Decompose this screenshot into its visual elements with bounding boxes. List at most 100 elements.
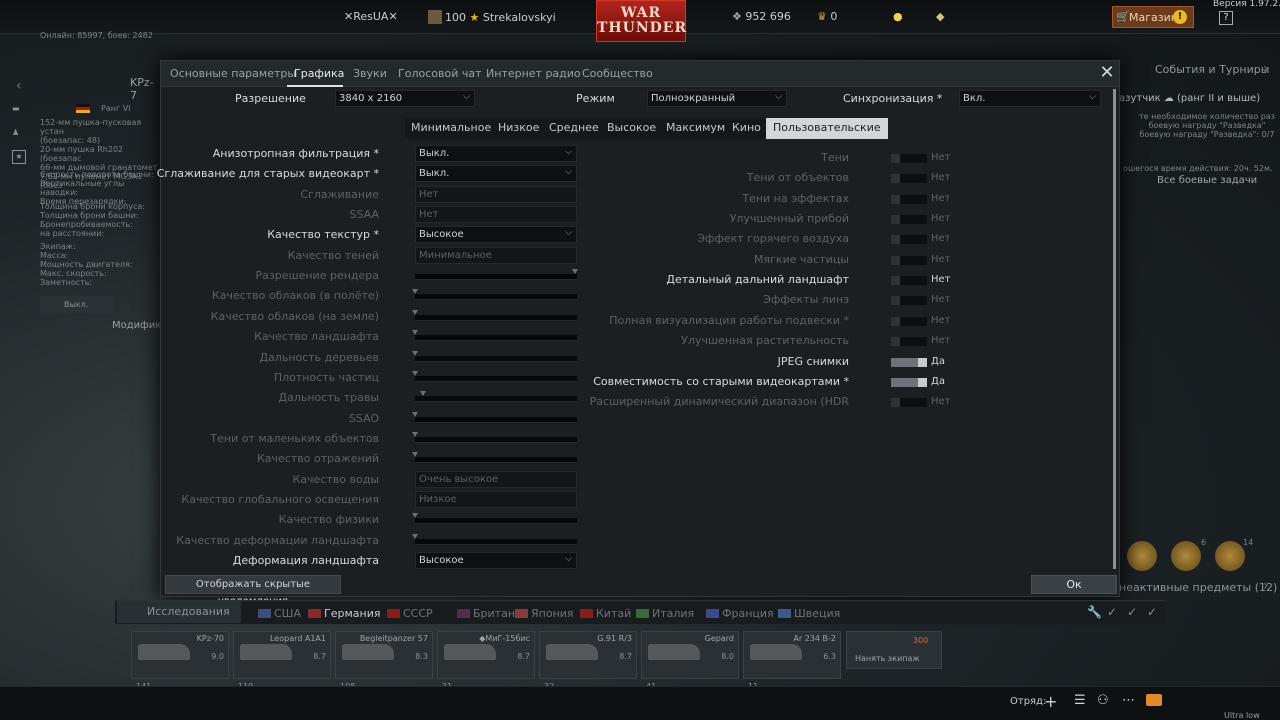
setting-slider[interactable] [412,310,577,321]
setting-slider[interactable] [412,371,577,382]
setting-slider[interactable] [415,391,577,402]
research-button[interactable]: Исследования [117,601,241,623]
back-arrow-icon[interactable]: ‹ [16,78,22,94]
slider-handle[interactable] [412,452,418,457]
setting-slider[interactable] [415,269,578,280]
vehicle-card[interactable]: KPz-709.0141 [131,631,229,691]
preset-custom[interactable]: Пользовательские [766,118,888,139]
tab-main[interactable]: Основные параметры [170,67,296,80]
close-icon[interactable]: ✕ [1098,64,1116,82]
nation-tab[interactable]: Франция [706,607,774,620]
checkmark-icon[interactable]: ✓ [1107,605,1117,619]
ok-button[interactable]: Ок [1031,575,1117,594]
setting-toggle[interactable] [891,195,927,204]
chevron-right-icon[interactable]: › [1263,61,1269,77]
vehicle-card[interactable]: G.91 R/38.732 [539,631,637,691]
add-icon[interactable]: + [1044,692,1057,711]
vehicle-card[interactable]: Begleitpanzer 578.3108 [335,631,433,691]
nation-tab[interactable]: Италия [636,607,694,620]
setting-slider[interactable] [412,432,577,443]
golden-eagles[interactable]: ♛ 0 [817,10,837,23]
list-icon[interactable]: ☰ [1074,693,1086,708]
tab-community[interactable]: Сообщество [582,67,653,80]
preset-medium[interactable]: Среднее [549,121,599,134]
setting-slider[interactable] [412,452,577,463]
vehicle-card[interactable]: ◆МиГ-15бис8.731 [437,631,535,691]
slider-handle[interactable] [412,371,418,376]
setting-slider[interactable] [412,513,577,524]
exit-button[interactable]: Выкл. [40,296,114,313]
help-icon[interactable]: ? [1219,11,1233,25]
setting-toggle[interactable] [891,398,927,407]
setting-toggle[interactable] [891,215,927,224]
tab-graphics[interactable]: Графика [294,67,344,80]
silver-lions[interactable]: ❖ 952 696 [732,10,791,23]
lightbulb-icon[interactable]: ● [893,10,903,23]
squad-player[interactable]: ✕ResUA✕ [344,10,398,23]
setting-toggle[interactable] [891,317,927,326]
resolution-select[interactable]: 3840 x 2160 ⌵ [335,90,475,107]
setting-toggle[interactable] [891,256,927,265]
tab-sound[interactable]: Звуки [353,67,387,80]
slider-handle[interactable] [412,412,418,417]
setting-toggle[interactable] [891,276,927,285]
setting-select[interactable]: Высокое ⌵ [415,552,577,569]
diamond-icon[interactable]: ◆ [936,10,944,23]
tab-internet-radio[interactable]: Интернет радио [486,67,581,80]
setting-toggle[interactable] [891,378,927,387]
setting-toggle[interactable] [891,358,927,367]
trophy-icon[interactable] [1215,541,1245,571]
setting-select[interactable]: Выкл. ⌵ [415,145,577,162]
wrench-icon[interactable]: 🔧 [1087,605,1102,619]
friends-icon[interactable]: ⚇ [1097,693,1109,708]
slider-handle[interactable] [572,269,578,274]
slider-handle[interactable] [412,289,418,294]
events-link[interactable]: События и Турниры [1155,63,1269,76]
setting-slider[interactable] [412,289,577,300]
setting-slider[interactable] [412,330,577,341]
setting-toggle[interactable] [891,296,927,305]
inactive-items-link[interactable]: неактивные предметы (12) [1119,581,1277,594]
setting-select[interactable]: Выкл. ⌵ [415,165,577,182]
nation-tab[interactable]: Китай [580,607,631,620]
slider-handle[interactable] [412,534,418,539]
shop-button[interactable]: 🛒 Магазин! [1112,6,1194,28]
vehicle-card[interactable]: Leopard A1A18.7119 [233,631,331,691]
nation-tab[interactable]: СССР [387,607,433,620]
crew-icon[interactable]: ♟ [12,128,19,137]
setting-toggle[interactable] [891,235,927,244]
slider-handle[interactable] [412,351,418,356]
player-info[interactable]: 100 ★ Strekalovskyi [428,10,556,24]
slider-handle[interactable] [412,310,418,315]
vsync-select[interactable]: Вкл. ⌵ [959,90,1101,107]
all-tasks-link[interactable]: Все боевые задачи [1157,175,1257,186]
trophy-icon[interactable] [1127,541,1157,571]
vehicle-card[interactable]: Gepard8.041 [641,631,739,691]
setting-select[interactable]: Высокое ⌵ [415,226,577,243]
tank-icon[interactable]: ▬ [12,104,20,113]
show-hidden-notifications-button[interactable]: Отображать скрытые уведомления [165,575,341,607]
preset-minimal[interactable]: Минимальное [411,121,491,134]
vehicle-card[interactable]: Ar 234 B-26.311 [743,631,841,691]
chevron-right-icon[interactable]: › [1263,578,1269,594]
nation-tab[interactable]: Швеция [778,607,840,620]
setting-toggle[interactable] [891,154,927,163]
mail-icon[interactable] [1146,694,1162,706]
setting-slider[interactable] [412,534,577,545]
mode-select[interactable]: Полноэкранный ⌵ [647,90,787,107]
crew-card[interactable]: 300 Нанять экипаж [846,631,942,669]
double-check-icon[interactable]: ✓ [1127,605,1137,619]
preset-cinema[interactable]: Кино [732,121,761,134]
preset-max[interactable]: Максимум [666,121,725,134]
setting-slider[interactable] [412,351,577,362]
tab-voice-chat[interactable]: Голосовой чат [398,67,481,80]
slider-handle[interactable] [420,391,426,396]
scrollbar[interactable] [1113,89,1116,569]
nation-tab[interactable]: Германия [308,607,380,620]
preset-high[interactable]: Высокое [607,121,656,134]
slider-handle[interactable] [412,513,418,518]
preset-low[interactable]: Низкое [498,121,539,134]
nation-tab[interactable]: США [258,607,301,620]
game-logo[interactable]: WAR THUNDER [596,0,686,42]
setting-slider[interactable] [412,412,577,423]
